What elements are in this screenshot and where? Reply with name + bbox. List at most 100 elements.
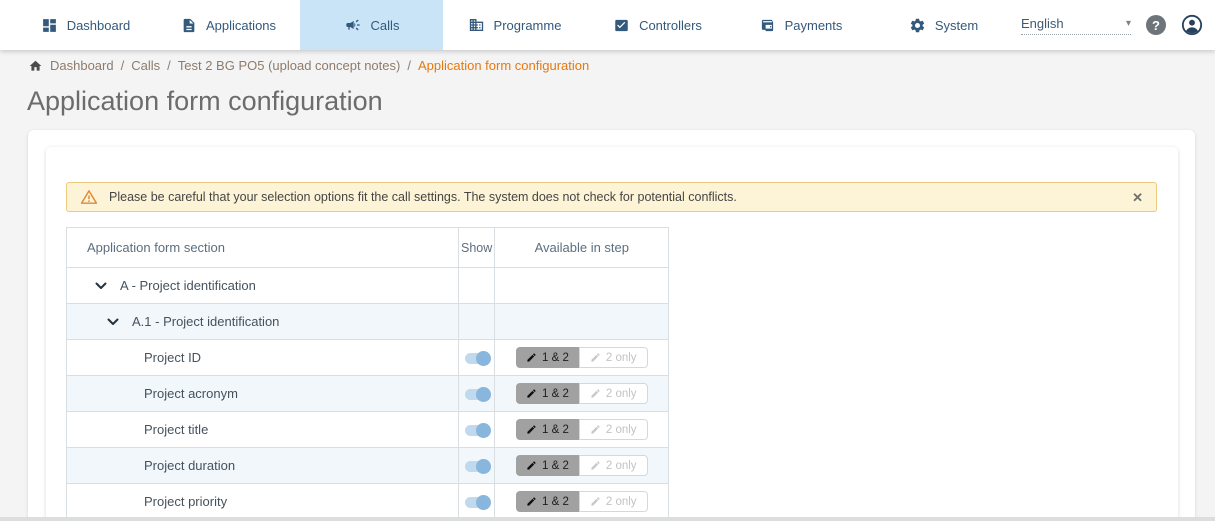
show-toggle[interactable] (465, 353, 489, 364)
column-header-step: Available in step (495, 228, 669, 268)
horizontal-scrollbar[interactable] (0, 517, 1215, 521)
nav-item-applications[interactable]: Applications (157, 0, 300, 50)
step-1-and-2-button[interactable]: 1 & 2 (516, 419, 579, 440)
payments-icon (759, 18, 776, 33)
pencil-icon (590, 424, 601, 435)
section-cell: Project ID (67, 340, 459, 376)
content-card: Please be careful that your selection op… (28, 130, 1195, 521)
pencil-icon (526, 424, 537, 435)
nav-item-dashboard[interactable]: Dashboard (14, 0, 157, 50)
show-cell (459, 412, 495, 448)
warning-banner: Please be careful that your selection op… (66, 182, 1157, 212)
applications-icon (181, 17, 197, 34)
section-label: Project acronym (144, 386, 238, 401)
table-row: Project ID 1 & 2 2 only (67, 340, 669, 376)
page-title: Application form configuration (27, 86, 383, 117)
programme-icon (468, 17, 485, 33)
nav-item-programme[interactable]: Programme (443, 0, 586, 50)
show-cell (459, 448, 495, 484)
step-2-only-button[interactable]: 2 only (579, 491, 648, 512)
pencil-icon (590, 388, 601, 399)
step-button-label: 2 only (606, 460, 637, 472)
breadcrumb: Dashboard / Calls / Test 2 BG PO5 (upload co… (28, 58, 589, 73)
section-label: Project duration (144, 458, 235, 473)
table-row: Project acronym 1 & 22 only (67, 376, 669, 412)
step-2-only-button[interactable]: 2 only (579, 419, 648, 440)
available-in-step-cell: 1 & 2 2 only (495, 448, 669, 484)
show-toggle[interactable] (465, 461, 489, 472)
step-button-group: 1 & 2 2 only (516, 347, 648, 368)
show-cell (459, 304, 495, 340)
help-icon[interactable]: ? (1146, 15, 1166, 35)
section-cell: Project priority (67, 484, 459, 520)
column-header-section: Application form section (67, 228, 459, 268)
breadcrumb-separator: / (121, 58, 125, 73)
warning-message: Please be careful that your selection op… (109, 190, 737, 204)
nav-items: Dashboard Applications Calls Programme Contr… (0, 0, 1015, 50)
step-1-and-2-button[interactable]: 1 & 2 (516, 383, 579, 404)
show-cell (459, 268, 495, 304)
breadcrumb-item: Application form configuration (418, 58, 589, 73)
step-button-label: 2 only (606, 496, 637, 508)
step-1-and-2-button[interactable]: 1 & 2 (516, 491, 579, 512)
nav-item-calls[interactable]: Calls (300, 0, 443, 50)
breadcrumb-item[interactable]: Calls (131, 58, 160, 73)
breadcrumb-separator: / (167, 58, 171, 73)
available-in-step-cell: 1 & 2 2 only (495, 484, 669, 520)
nav-item-label: Programme (494, 18, 562, 33)
home-icon[interactable] (28, 59, 43, 73)
nav-item-controllers[interactable]: Controllers (586, 0, 729, 50)
nav-item-label: System (935, 18, 978, 33)
pencil-icon (526, 388, 537, 399)
show-toggle[interactable] (465, 389, 489, 400)
step-button-label: 2 only (606, 352, 637, 364)
nav-item-label: Dashboard (67, 18, 131, 33)
breadcrumb-item[interactable]: Test 2 BG PO5 (upload concept notes) (178, 58, 401, 73)
available-in-step-cell (495, 304, 669, 340)
available-in-step-cell: 1 & 22 only (495, 376, 669, 412)
nav-right-controls: English ▾ ? (1021, 0, 1215, 50)
show-toggle[interactable] (465, 497, 489, 508)
table-row: A - Project identification (67, 268, 669, 304)
step-1-and-2-button[interactable]: 1 & 2 (516, 455, 579, 476)
table-header-row: Application form section Show Available … (67, 228, 669, 268)
step-1-and-2-button[interactable]: 1 & 2 (516, 347, 579, 368)
chevron-down-icon[interactable] (95, 282, 107, 290)
dashboard-icon (41, 17, 58, 34)
controllers-icon (613, 18, 630, 33)
breadcrumb-item[interactable]: Dashboard (50, 58, 114, 73)
show-cell (459, 484, 495, 520)
step-button-label: 2 only (606, 424, 637, 436)
pencil-icon (526, 352, 537, 363)
step-button-group: 1 & 2 2 only (516, 419, 648, 440)
table-row: Project duration 1 & 2 2 only (67, 448, 669, 484)
available-in-step-cell: 1 & 2 2 only (495, 340, 669, 376)
pencil-icon (526, 460, 537, 471)
table-row: Project title 1 & 2 2 only (67, 412, 669, 448)
section-label: Project priority (144, 494, 227, 509)
nav-item-system[interactable]: System (872, 0, 1015, 50)
step-button-group: 1 & 2 2 only (516, 491, 648, 512)
nav-item-label: Applications (206, 18, 276, 33)
nav-item-label: Payments (785, 18, 843, 33)
pencil-icon (590, 352, 601, 363)
step-2-only-button[interactable]: 2 only (579, 383, 648, 404)
section-label: Project title (144, 422, 208, 437)
close-icon[interactable]: ✕ (1132, 191, 1143, 204)
user-icon[interactable] (1181, 14, 1203, 36)
show-toggle[interactable] (465, 425, 489, 436)
step-button-label: 1 & 2 (542, 352, 569, 364)
pencil-icon (590, 460, 601, 471)
section-cell: A.1 - Project identification (67, 304, 459, 340)
nav-item-payments[interactable]: Payments (729, 0, 872, 50)
show-cell (459, 340, 495, 376)
section-label: A.1 - Project identification (132, 314, 279, 329)
language-select[interactable]: English ▾ (1021, 16, 1131, 35)
step-button-label: 1 & 2 (542, 460, 569, 472)
step-2-only-button[interactable]: 2 only (579, 455, 648, 476)
language-selected-value: English (1021, 16, 1064, 31)
step-2-only-button[interactable]: 2 only (579, 347, 648, 368)
section-cell: A - Project identification (67, 268, 459, 304)
chevron-down-icon[interactable] (107, 318, 119, 326)
section-label: A - Project identification (120, 278, 256, 293)
